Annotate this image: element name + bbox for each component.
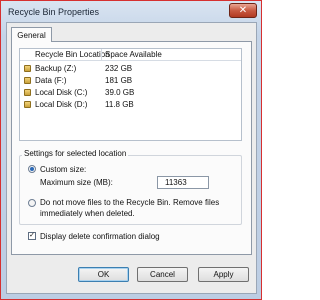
drive-space: 232 GB — [105, 64, 133, 73]
confirm-dialog-label[interactable]: Display delete confirmation dialog — [40, 232, 160, 241]
drive-name: Local Disk (C:) — [35, 88, 88, 97]
column-header-space[interactable]: Space Available — [105, 50, 162, 59]
drive-icon — [24, 89, 31, 96]
general-tab-panel: Recycle Bin Location Space Available Bac… — [11, 41, 252, 255]
no-move-label-line1[interactable]: Do not move files to the Recycle Bin. Re… — [40, 198, 219, 207]
drive-space: 181 GB — [105, 76, 133, 85]
recycle-bin-properties-window: Recycle Bin Properties ✕ General Recycle… — [0, 0, 262, 300]
drive-space: 39.0 GB — [105, 88, 135, 97]
no-move-label-line2[interactable]: immediately when deleted. — [40, 209, 135, 218]
drive-name: Backup (Z:) — [35, 64, 77, 73]
drive-icon — [24, 77, 31, 84]
max-size-label: Maximum size (MB): — [40, 178, 113, 187]
tab-general[interactable]: General — [11, 27, 52, 42]
list-item[interactable]: Local Disk (C:) 39.0 GB — [20, 87, 241, 98]
drive-icon — [24, 65, 31, 72]
custom-size-radio[interactable] — [28, 165, 36, 173]
apply-button[interactable]: Apply — [198, 267, 249, 282]
settings-group-title: Settings for selected location — [22, 149, 129, 158]
list-item[interactable]: Backup (Z:) 232 GB — [20, 63, 241, 74]
list-item[interactable]: Local Disk (D:) 11.8 GB — [20, 99, 241, 110]
confirm-dialog-checkbox[interactable]: ✓ — [28, 232, 36, 240]
list-header: Recycle Bin Location Space Available — [20, 49, 241, 61]
max-size-input[interactable]: 11363 — [157, 176, 209, 189]
list-item[interactable]: Data (F:) 181 GB — [20, 75, 241, 86]
checkmark-icon: ✓ — [29, 232, 35, 239]
drive-name: Local Disk (D:) — [35, 100, 88, 109]
drive-icon — [24, 101, 31, 108]
close-icon: ✕ — [238, 4, 248, 16]
recycle-bin-location-list[interactable]: Recycle Bin Location Space Available Bac… — [19, 48, 242, 141]
column-divider[interactable] — [101, 49, 102, 61]
drive-space: 11.8 GB — [105, 100, 134, 109]
drive-name: Data (F:) — [35, 76, 67, 85]
window-title: Recycle Bin Properties — [8, 7, 100, 17]
ok-button[interactable]: OK — [78, 267, 129, 282]
column-header-location[interactable]: Recycle Bin Location — [35, 50, 110, 59]
title-bar[interactable]: Recycle Bin Properties ✕ — [2, 2, 261, 22]
dialog-client-area: General Recycle Bin Location Space Avail… — [6, 22, 257, 294]
close-button[interactable]: ✕ — [229, 3, 257, 18]
custom-size-label[interactable]: Custom size: — [40, 165, 86, 174]
cancel-button[interactable]: Cancel — [137, 267, 188, 282]
no-move-radio[interactable] — [28, 199, 36, 207]
